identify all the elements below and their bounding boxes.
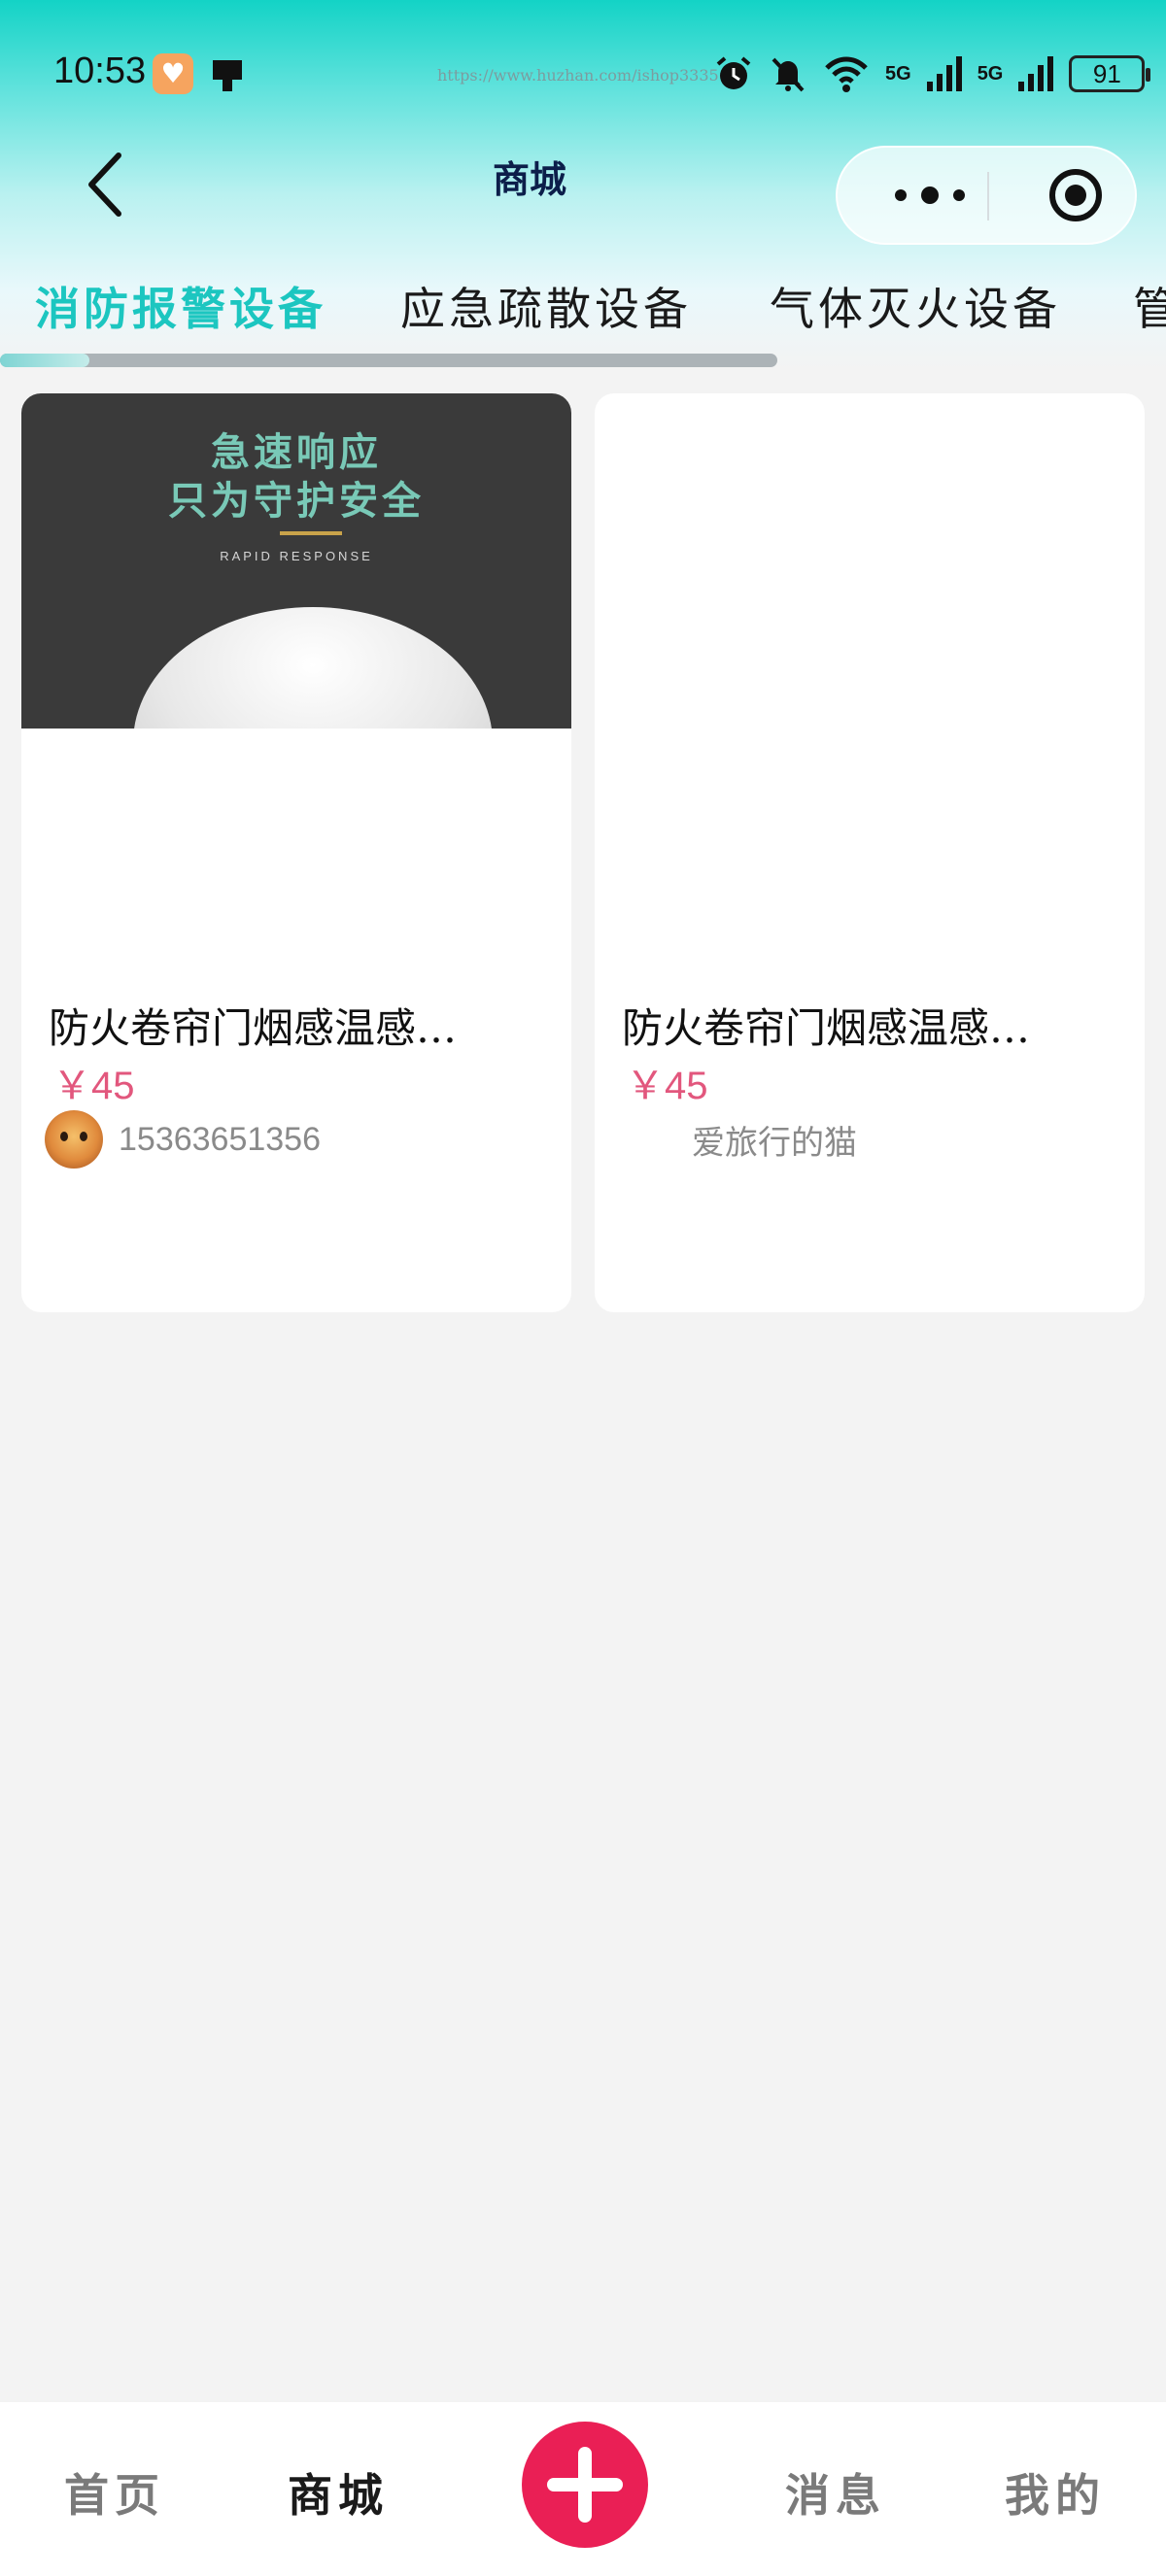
product-card[interactable]: 防火卷帘门烟感温感… ￥45 爱旅行的猫 — [595, 393, 1145, 1312]
smoke-detector-image — [133, 607, 493, 729]
seller-info[interactable]: 爱旅行的猫 — [618, 1107, 857, 1171]
seller-info[interactable]: 15363651356 — [45, 1107, 321, 1171]
mini-program-capsule — [836, 146, 1137, 245]
tab-mine[interactable]: 我的 — [1005, 2460, 1106, 2525]
tab-fire-alarm[interactable]: 消防报警设备 — [35, 274, 326, 338]
device-notification-icon — [209, 56, 246, 93]
product-title: 防火卷帘门烟感温感… — [622, 1004, 1031, 1052]
product-price: ￥45 — [626, 1065, 708, 1107]
network-label-1: 5G — [885, 62, 911, 85]
bottom-tab-bar: 首页 商城 消息 我的 — [0, 2402, 1166, 2576]
wifi-icon — [823, 54, 870, 93]
navigation-bar: 商城 — [0, 146, 1166, 253]
product-image-divider — [280, 531, 342, 535]
seller-avatar — [45, 1110, 103, 1169]
app-notification-icon: ♥ — [153, 53, 193, 94]
mute-icon — [769, 54, 807, 93]
signal-icon-1 — [926, 54, 962, 93]
product-image-caption: RAPID RESPONSE — [220, 549, 373, 563]
tab-messages[interactable]: 消息 — [785, 2460, 886, 2525]
tab-mall[interactable]: 商城 — [288, 2460, 389, 2525]
url-watermark: https://www.huzhan.com/ishop3335 — [437, 66, 719, 85]
tab-pipe[interactable]: 管 — [1133, 274, 1166, 338]
product-card[interactable]: 急速响应 只为守护安全 RAPID RESPONSE 防火卷帘门烟感温感… ￥4… — [21, 393, 571, 1312]
product-image-subheadline: 只为守护安全 — [168, 479, 425, 524]
seller-name: 爱旅行的猫 — [692, 1123, 857, 1163]
more-button[interactable] — [876, 148, 983, 243]
seller-name: 15363651356 — [119, 1120, 322, 1158]
network-label-2: 5G — [977, 62, 1004, 85]
tab-emergency-evacuation[interactable]: 应急疏散设备 — [400, 274, 692, 338]
category-tabs: 消防报警设备 应急疏散设备 气体灭火设备 管 — [0, 274, 1166, 342]
close-target-button[interactable] — [1032, 148, 1119, 243]
tab-home[interactable]: 首页 — [64, 2460, 165, 2525]
signal-icon-2 — [1018, 54, 1054, 93]
battery-icon: 91 — [1069, 55, 1151, 92]
publish-plus-button[interactable] — [522, 2422, 648, 2548]
status-time: 10:53 — [53, 51, 147, 91]
alarm-icon — [714, 54, 753, 93]
product-title: 防火卷帘门烟感温感… — [49, 1004, 458, 1052]
capsule-divider — [987, 172, 989, 220]
product-image: 急速响应 只为守护安全 RAPID RESPONSE — [21, 393, 571, 729]
tab-scrollbar[interactable] — [0, 354, 777, 367]
product-price: ￥45 — [52, 1065, 135, 1107]
status-bar: 10:53 ♥ https://www.huzhan.com/ishop3335… — [0, 0, 1166, 146]
tab-gas-extinguishing[interactable]: 气体灭火设备 — [770, 274, 1061, 338]
tab-scrollbar-thumb[interactable] — [0, 354, 89, 367]
